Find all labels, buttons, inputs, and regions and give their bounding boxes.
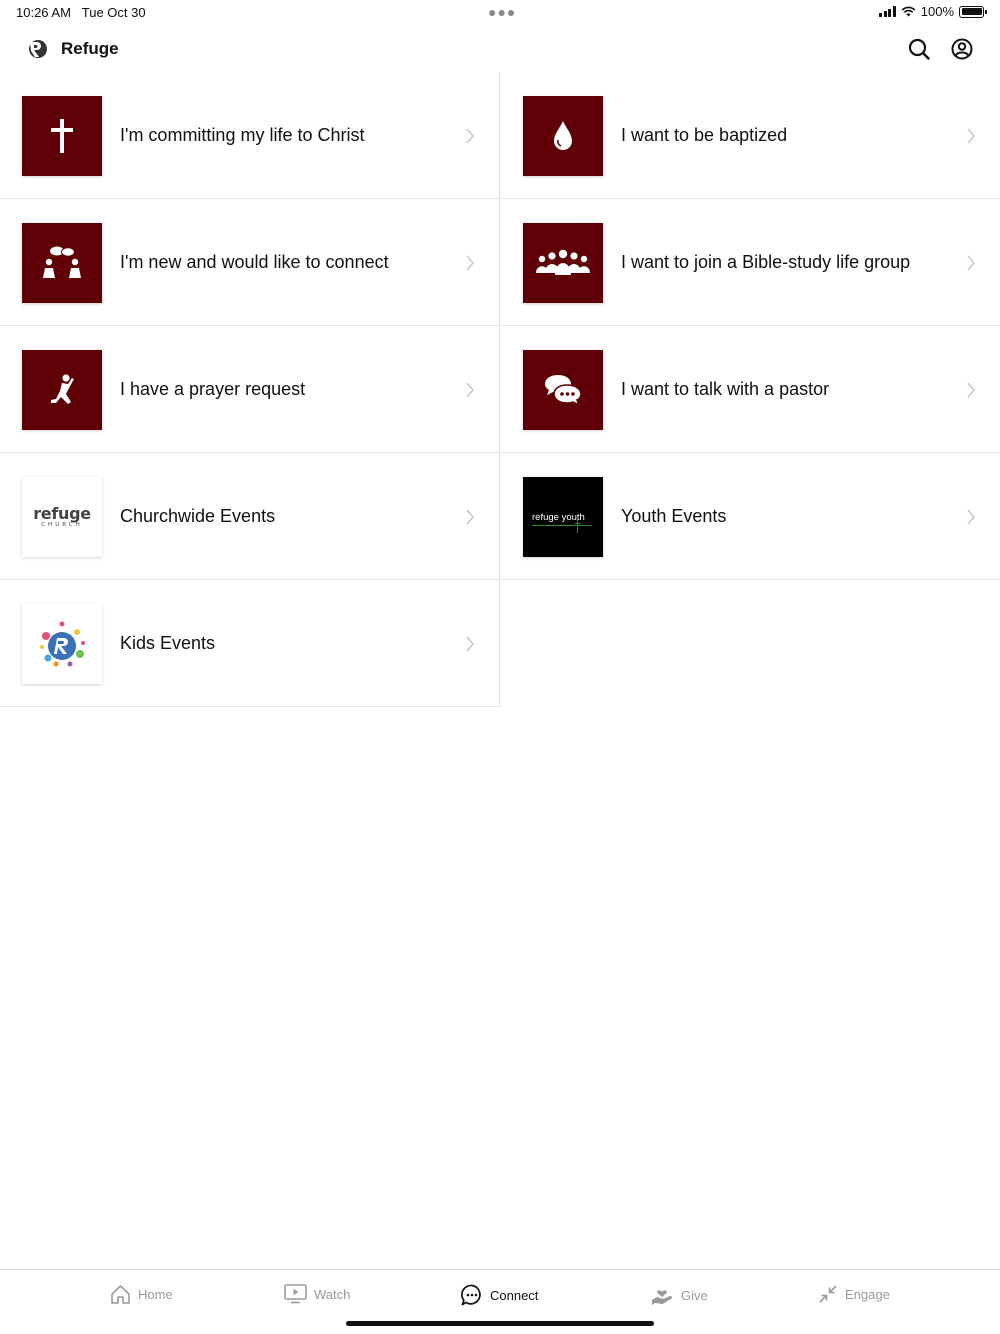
chevron-right-icon — [967, 382, 975, 398]
chevron-right-icon — [466, 255, 474, 271]
connect-grid: I'm committing my life to Christ I want … — [0, 72, 1000, 707]
search-icon — [908, 38, 930, 60]
wifi-icon — [901, 6, 916, 17]
refuge-youth-logo: refuge youth — [532, 512, 594, 533]
user-profile-icon — [951, 38, 973, 60]
grid-row: I'm new and would like to connect I want… — [0, 199, 1000, 326]
chevron-right-icon — [967, 128, 975, 144]
item-label: I'm committing my life to Christ — [120, 125, 365, 145]
arrows-collapse-icon — [819, 1285, 837, 1303]
tab-engage[interactable]: Engage — [818, 1284, 890, 1304]
item-thumbnail — [22, 604, 102, 684]
item-label: I want to be baptized — [621, 125, 788, 145]
chevron-right-icon — [967, 255, 975, 271]
tab-home[interactable]: Home — [110, 1284, 173, 1305]
kneeling-prayer-icon — [51, 374, 74, 404]
item-thumbnail: refuge youth — [523, 477, 603, 557]
grid-row: refuge CHURCH Churchwide Events refuge y… — [0, 453, 1000, 580]
tab-connect[interactable]: Connect — [461, 1284, 538, 1306]
item-thumbnail — [22, 96, 102, 176]
tab-watch[interactable]: Watch — [284, 1284, 350, 1304]
app-header: Refuge — [0, 28, 1000, 68]
app-title: Refuge — [61, 39, 119, 58]
refuge-church-logo: refuge CHURCH — [33, 503, 91, 528]
item-thumbnail — [22, 350, 102, 430]
tab-label: Home — [138, 1287, 173, 1302]
item-label: Kids Events — [120, 633, 216, 653]
item-label: I'm new and would like to connect — [120, 252, 389, 272]
tab-label: Give — [681, 1287, 708, 1303]
battery-icon — [959, 5, 987, 18]
group-icon — [536, 249, 590, 275]
chevron-right-icon — [466, 382, 474, 398]
kids-logo-icon — [40, 621, 85, 667]
item-churchwide-events[interactable]: refuge CHURCH Churchwide Events — [0, 453, 500, 580]
status-time: 10:26 AM Tue Oct 30 — [16, 5, 146, 20]
item-talk-pastor[interactable]: I want to talk with a pastor — [501, 326, 1000, 453]
tab-label: Watch — [314, 1286, 351, 1302]
item-thumbnail — [523, 223, 603, 303]
cellular-signal-icon — [879, 6, 896, 17]
item-new-connect[interactable]: I'm new and would like to connect — [0, 199, 500, 326]
home-indicator[interactable] — [346, 1321, 654, 1326]
tab-label: Engage — [845, 1286, 890, 1302]
grid-row: I have a prayer request I want to talk w… — [0, 326, 1000, 453]
hand-heart-icon — [652, 1290, 672, 1305]
item-thumbnail — [523, 350, 603, 430]
battery-percent: 100% — [920, 4, 954, 19]
item-youth-events[interactable]: refuge youth Youth Events — [501, 453, 1000, 580]
cross-icon — [51, 119, 73, 153]
tab-give[interactable]: Give — [651, 1284, 708, 1306]
chevron-right-icon — [466, 509, 474, 525]
chevron-right-icon — [466, 636, 474, 652]
speech-bubbles-icon — [545, 375, 582, 407]
item-label: Youth Events — [621, 506, 727, 526]
item-baptized[interactable]: I want to be baptized — [501, 72, 1000, 199]
chat-bubble-icon — [461, 1284, 481, 1306]
chevron-right-icon — [967, 509, 975, 525]
item-commit-to-christ[interactable]: I'm committing my life to Christ — [0, 72, 500, 199]
profile-button[interactable] — [949, 36, 975, 62]
item-label: I have a prayer request — [120, 379, 306, 399]
tv-play-icon — [284, 1284, 307, 1304]
chevron-right-icon — [466, 128, 474, 144]
item-thumbnail: refuge CHURCH — [22, 477, 102, 557]
item-thumbnail — [523, 96, 603, 176]
multitask-dots-icon[interactable]: ●●● — [488, 4, 516, 20]
refuge-logo-icon — [29, 40, 47, 58]
grid-row: I'm committing my life to Christ I want … — [0, 72, 1000, 199]
item-kids-events[interactable]: Kids Events — [0, 580, 500, 707]
water-drop-icon — [554, 121, 572, 150]
item-thumbnail — [22, 223, 102, 303]
grid-row: Kids Events — [0, 580, 1000, 707]
item-prayer-request[interactable]: I have a prayer request — [0, 326, 500, 453]
item-label: Churchwide Events — [120, 506, 276, 526]
status-indicators: 100% — [879, 4, 987, 19]
home-icon — [111, 1285, 130, 1304]
item-label: I want to join a Bible-study life group — [621, 252, 911, 272]
item-life-group[interactable]: I want to join a Bible-study life group — [501, 199, 1000, 326]
item-label: I want to talk with a pastor — [621, 379, 830, 399]
search-button[interactable] — [906, 36, 932, 62]
status-bar: 10:26 AM Tue Oct 30 ●●● 100% — [0, 0, 1000, 24]
tab-label: Connect — [490, 1287, 539, 1303]
people-chat-icon — [43, 246, 81, 278]
